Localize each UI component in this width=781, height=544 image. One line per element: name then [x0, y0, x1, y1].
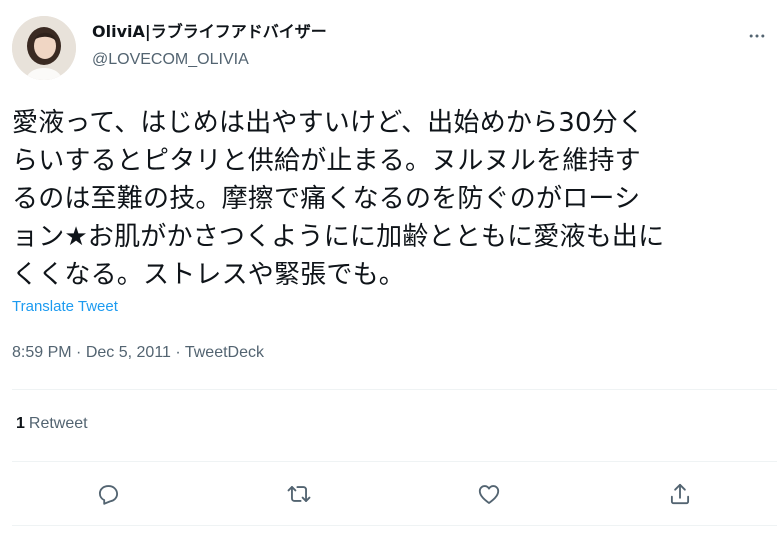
action-bar — [0, 480, 781, 508]
retweet-count: 1 — [16, 415, 25, 432]
like-icon — [478, 485, 500, 504]
reply-icon — [98, 485, 119, 505]
meta-separator: · — [175, 344, 181, 361]
divider — [12, 461, 777, 462]
divider — [12, 525, 777, 526]
tweet-text-line: 愛液って、はじめは出やすいけど、出始めから30分く — [12, 108, 645, 138]
share-icon — [670, 483, 690, 505]
more-button[interactable] — [745, 24, 769, 48]
tweet-text-line: るのは至難の技。摩擦で痛くなるのを防ぐのがローシ — [12, 184, 641, 214]
retweet-label: Retweet — [28, 415, 88, 432]
tweet-meta: 8:59 PM · Dec 5, 2011 · TweetDeck — [12, 344, 264, 362]
divider — [12, 389, 777, 390]
reply-button[interactable] — [94, 480, 122, 508]
tweet-time[interactable]: 8:59 PM — [12, 344, 72, 361]
author-display-name[interactable]: OliviA|ラブライフアドバイザー — [92, 22, 327, 42]
author-handle[interactable]: @LOVECOM_OLIVIA — [92, 50, 249, 70]
avatar[interactable] — [12, 16, 76, 80]
retweet-icon — [287, 486, 311, 502]
avatar-image — [12, 16, 76, 80]
translate-tweet-link[interactable]: Translate Tweet — [12, 298, 118, 315]
share-button[interactable] — [666, 480, 694, 508]
tweet-source[interactable]: TweetDeck — [185, 344, 264, 361]
tweet-text-line: らいするとピタリと供給が止まる。ヌルヌルを維持す — [12, 146, 641, 176]
like-button[interactable] — [475, 480, 503, 508]
tweet-text-line: くくなる。ストレスや緊張でも。 — [12, 260, 406, 290]
meta-separator: · — [76, 344, 82, 361]
tweet-text-line: ョン★お肌がかさつくようにに加齢とともに愛液も出に — [12, 222, 665, 252]
more-icon — [749, 34, 765, 38]
retweet-button[interactable] — [285, 480, 313, 508]
tweet-date[interactable]: Dec 5, 2011 — [86, 344, 171, 361]
retweet-stats-link[interactable]: 1 Retweet — [16, 415, 88, 433]
tweet-text: 愛液って、はじめは出やすいけど、出始めから30分く らいするとピタリと供給が止ま… — [12, 104, 774, 294]
